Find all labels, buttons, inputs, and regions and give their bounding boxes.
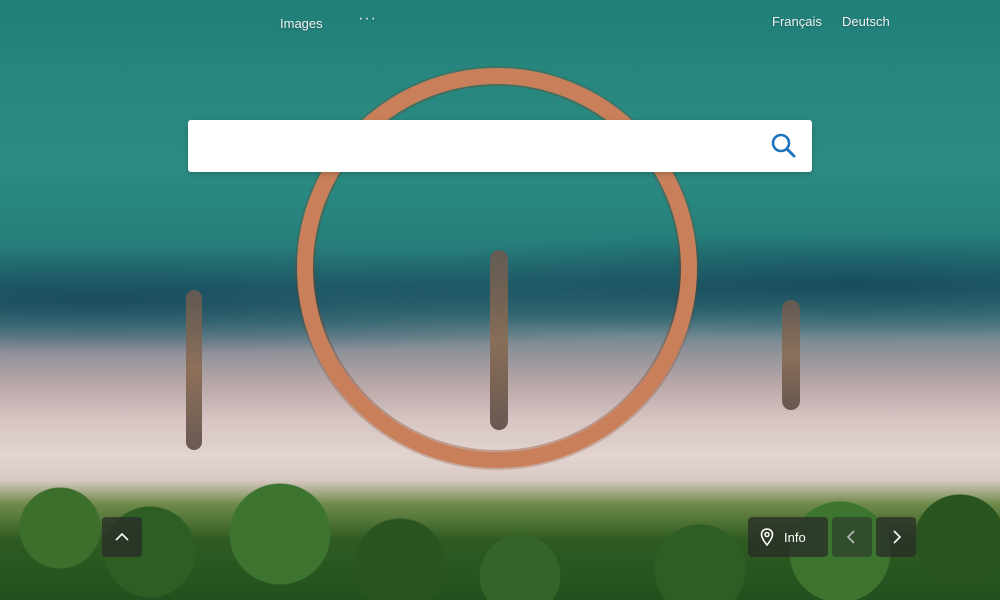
nav-images-link[interactable]: Images	[280, 16, 323, 31]
search-button[interactable]	[766, 128, 802, 164]
info-label: Info	[784, 529, 806, 545]
map-pin-icon	[760, 528, 774, 546]
scroll-up-button[interactable]	[102, 517, 142, 557]
chevron-left-icon	[846, 530, 855, 544]
chevron-right-icon	[893, 530, 902, 544]
language-german-link[interactable]: Deutsch	[842, 14, 890, 29]
nav-more-button[interactable]: ···	[358, 10, 377, 28]
info-button[interactable]: Info	[748, 517, 828, 557]
background-rocks	[186, 290, 202, 450]
previous-image-button[interactable]	[832, 517, 872, 557]
language-french-link[interactable]: Français	[772, 14, 822, 29]
search-icon	[771, 133, 796, 158]
chevron-up-icon	[115, 532, 129, 541]
search-box	[188, 120, 812, 172]
background-rocks	[782, 300, 800, 410]
next-image-button[interactable]	[876, 517, 916, 557]
search-input[interactable]	[202, 128, 756, 166]
background-image	[0, 0, 1000, 600]
